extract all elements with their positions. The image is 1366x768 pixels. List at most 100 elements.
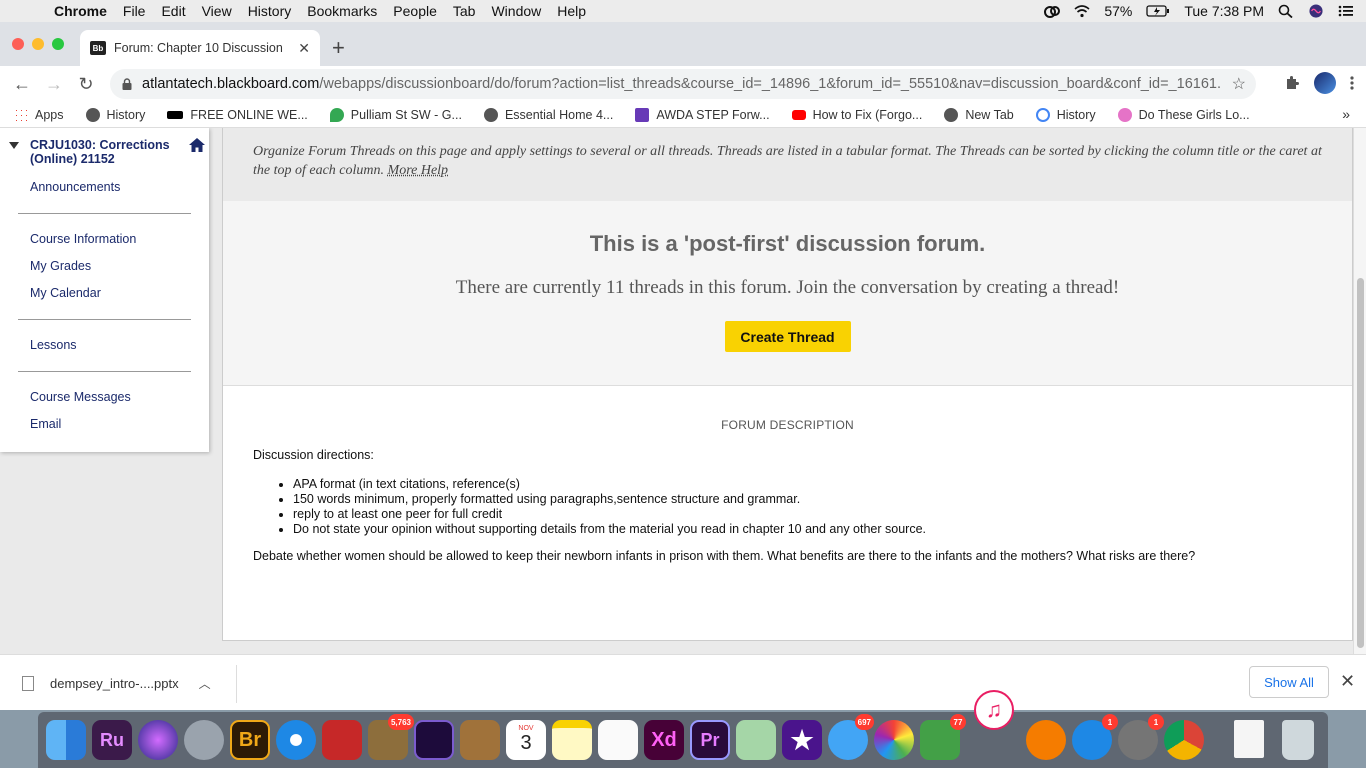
premiere-pro-icon[interactable]: Pr	[690, 720, 730, 760]
contacts-icon[interactable]	[460, 720, 500, 760]
forward-button[interactable]: →	[44, 74, 64, 95]
close-window-button[interactable]	[12, 38, 24, 50]
bookmark-apps[interactable]: Apps	[14, 107, 64, 122]
bookmark-free-online[interactable]: FREE ONLINE WE...	[167, 108, 308, 122]
course-title[interactable]: CRJU1030: Corrections (Online) 21152	[30, 138, 180, 166]
home-icon[interactable]	[189, 138, 205, 152]
page-scrollbar[interactable]	[1353, 128, 1366, 654]
bookmarks-bar: Apps History FREE ONLINE WE... Pulliam S…	[0, 102, 1366, 128]
bookmark-essential-home[interactable]: Essential Home 4...	[483, 107, 613, 122]
bookmark-history-2[interactable]: History	[1035, 107, 1096, 122]
menu-chrome[interactable]: Chrome	[54, 3, 107, 19]
notes-icon[interactable]	[552, 720, 592, 760]
profile-avatar[interactable]	[1314, 72, 1336, 94]
menu-link-course-information[interactable]: Course Information	[30, 232, 136, 246]
scrollbar-thumb[interactable]	[1357, 278, 1364, 648]
bookmark-awda-step[interactable]: AWDA STEP Forw...	[635, 107, 770, 122]
imovie-star-icon[interactable]: ★	[782, 720, 822, 760]
adobe-xd-icon[interactable]: Xd	[644, 720, 684, 760]
calendar-icon[interactable]: NOV 3	[506, 720, 546, 760]
bookmark-new-tab[interactable]: New Tab	[944, 107, 1014, 122]
browser-toolbar: ← → ↻ atlantatech.blackboard.com/webapps…	[0, 66, 1366, 102]
menu-view[interactable]: View	[202, 3, 232, 19]
new-tab-button[interactable]: +	[332, 35, 345, 61]
menu-link-lessons[interactable]: Lessons	[30, 338, 77, 352]
photo-booth-icon[interactable]	[322, 720, 362, 760]
chevron-up-icon[interactable]: ︿	[199, 675, 211, 692]
menu-link-my-grades[interactable]: My Grades	[30, 259, 91, 273]
menu-window[interactable]: Window	[491, 3, 541, 19]
menu-help[interactable]: Help	[557, 3, 586, 19]
thread-count-text: There are currently 11 threads in this f…	[455, 277, 1120, 298]
globe-icon	[483, 107, 498, 122]
chrome-icon[interactable]	[1164, 720, 1204, 760]
wifi-icon[interactable]	[1074, 4, 1090, 18]
bridge-icon[interactable]: Br	[230, 720, 270, 760]
close-tab-icon[interactable]: ✕	[298, 40, 310, 57]
photos-icon[interactable]	[874, 720, 914, 760]
reload-button[interactable]: ↻	[76, 74, 96, 95]
wix-icon	[167, 110, 184, 119]
bookmark-do-these-girls[interactable]: Do These Girls Lo...	[1117, 107, 1250, 122]
finder-icon[interactable]	[46, 720, 86, 760]
battery-charging-icon[interactable]	[1146, 4, 1170, 18]
desktop-background: Ru Br 5,763 NOV 3 Xd Pr ★ 697 77 ♫ 1 1	[0, 690, 1366, 768]
download-item[interactable]: dempsey_intro-....pptx ︿	[22, 675, 211, 692]
siri-icon[interactable]	[1308, 4, 1324, 18]
premiere-rush-icon[interactable]: Ru	[92, 720, 132, 760]
more-help-link[interactable]: More Help	[388, 163, 449, 178]
launchpad-icon[interactable]	[184, 720, 224, 760]
bookmark-how-to-fix[interactable]: How to Fix (Forgo...	[791, 108, 922, 122]
extensions-puzzle-icon[interactable]	[1284, 75, 1300, 91]
facetime-icon[interactable]: 77	[920, 714, 966, 760]
trash-icon[interactable]	[1282, 720, 1314, 760]
media-encoder-icon[interactable]	[414, 720, 454, 760]
notification-center-icon[interactable]	[1338, 4, 1354, 18]
show-all-downloads-button[interactable]: Show All	[1249, 666, 1329, 698]
macos-menubar: Chrome File Edit View History Bookmarks …	[0, 0, 1366, 22]
menu-link-course-messages[interactable]: Course Messages	[30, 390, 131, 404]
browser-tab-strip: Bb Forum: Chapter 10 Discussion ✕ +	[0, 22, 1366, 66]
siri-dock-icon[interactable]	[138, 720, 178, 760]
mail-badge: 5,763	[387, 714, 414, 730]
menubar-clock[interactable]: Tue 7:38 PM	[1184, 3, 1264, 19]
forum-description-heading: FORUM DESCRIPTION	[721, 418, 854, 432]
back-button[interactable]: ←	[12, 74, 32, 95]
url-text: atlantatech.blackboard.com/webapps/discu…	[142, 76, 1222, 92]
close-downloads-icon[interactable]: ✕	[1340, 671, 1355, 692]
bookmarks-overflow-icon[interactable]: »	[1342, 106, 1350, 122]
bookmark-history[interactable]: History	[85, 107, 145, 122]
books-icon[interactable]	[1026, 720, 1066, 760]
address-bar[interactable]: atlantatech.blackboard.com/webapps/discu…	[110, 69, 1256, 99]
menu-bookmarks[interactable]: Bookmarks	[307, 3, 377, 19]
safari-icon[interactable]	[276, 720, 316, 760]
menu-edit[interactable]: Edit	[161, 3, 185, 19]
browser-tab-active[interactable]: Bb Forum: Chapter 10 Discussion ✕	[80, 30, 320, 66]
spotlight-search-icon[interactable]	[1278, 4, 1294, 18]
lock-icon[interactable]	[122, 78, 132, 90]
mail-eagle-icon[interactable]: 5,763	[368, 714, 414, 760]
system-preferences-icon[interactable]: 1	[1118, 714, 1164, 760]
menu-link-email[interactable]: Email	[30, 417, 61, 431]
menu-link-my-calendar[interactable]: My Calendar	[30, 286, 101, 300]
maps-icon[interactable]	[736, 720, 776, 760]
menu-people[interactable]: People	[393, 3, 437, 19]
creative-cloud-icon[interactable]	[1044, 4, 1061, 18]
minimize-window-button[interactable]	[32, 38, 44, 50]
menu-tab[interactable]: Tab	[453, 3, 476, 19]
bookmark-star-icon[interactable]: ☆	[1232, 74, 1246, 94]
butterfly-icon	[1117, 107, 1132, 122]
collapse-caret-icon[interactable]	[9, 142, 19, 149]
document-icon[interactable]	[1234, 720, 1264, 758]
menu-file[interactable]: File	[123, 3, 146, 19]
messages-icon[interactable]: 697	[828, 714, 874, 760]
app-store-icon[interactable]: 1	[1072, 714, 1118, 760]
bookmark-pulliam-st[interactable]: Pulliam St SW - G...	[329, 107, 462, 122]
menu-history[interactable]: History	[248, 3, 292, 19]
reminders-icon[interactable]	[598, 720, 638, 760]
kebab-menu-icon[interactable]	[1350, 75, 1354, 91]
itunes-icon[interactable]: ♫	[974, 690, 1014, 730]
menu-link-announcements[interactable]: Announcements	[30, 180, 120, 194]
zoom-window-button[interactable]	[52, 38, 64, 50]
create-thread-button[interactable]: Create Thread	[724, 321, 851, 352]
